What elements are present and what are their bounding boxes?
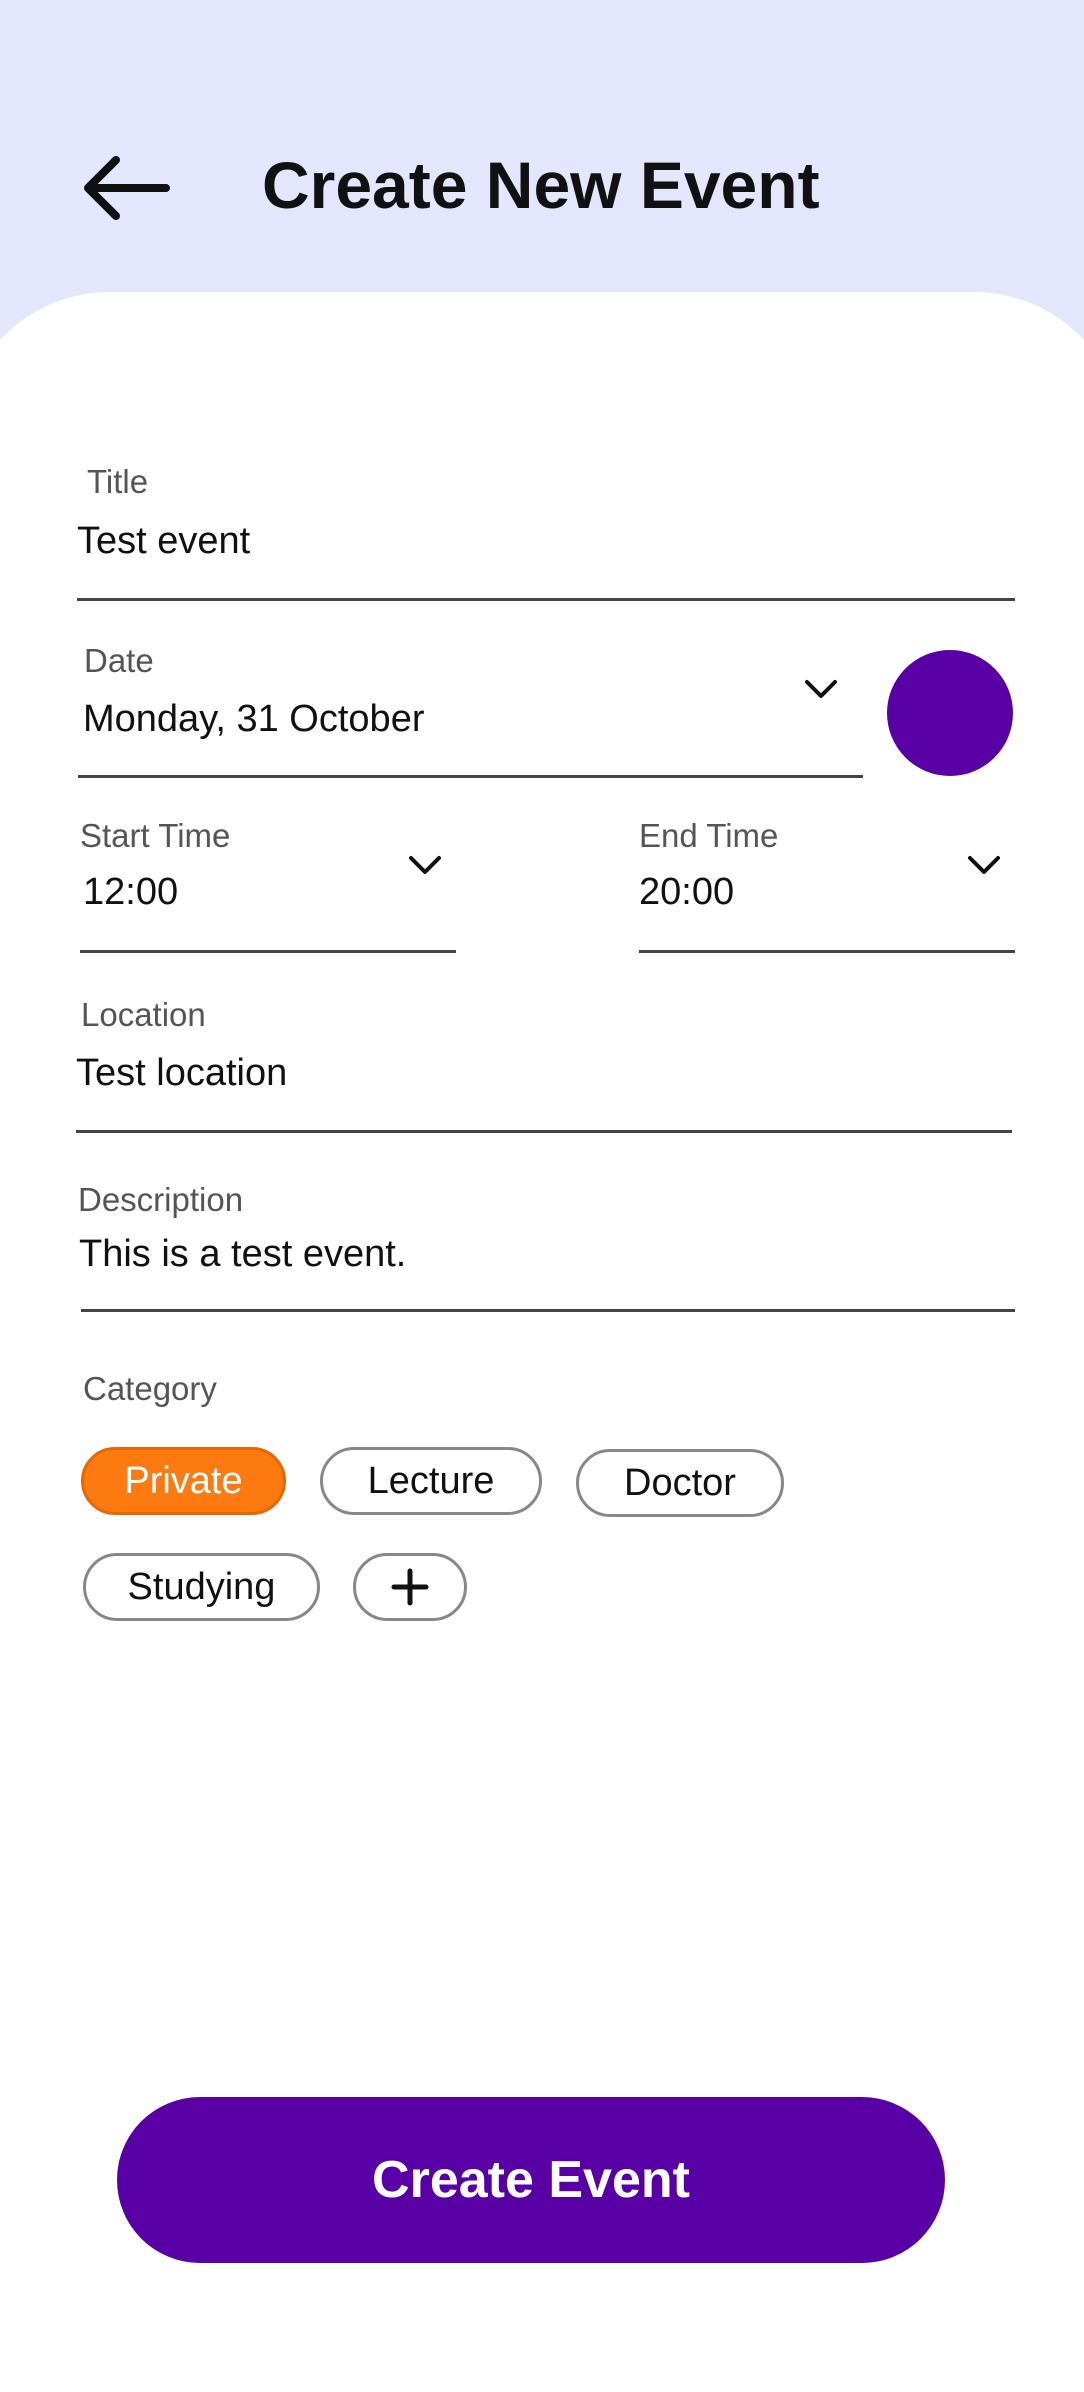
add-category-button[interactable] <box>353 1553 467 1621</box>
title-field[interactable]: Title Test event <box>77 460 1015 605</box>
end-time-value: 20:00 <box>639 871 735 913</box>
description-field[interactable]: Description This is a test event. <box>78 1178 1015 1313</box>
chevron-down-icon[interactable] <box>967 855 1001 877</box>
date-value: Monday, 31 October <box>83 698 425 740</box>
date-field[interactable]: Date Monday, 31 October <box>78 638 863 783</box>
end-time-underline <box>639 950 1015 953</box>
location-value: Test location <box>76 1052 288 1094</box>
start-time-field[interactable]: Start Time 12:00 <box>80 814 456 959</box>
form-sheet <box>0 292 1084 2392</box>
color-picker-swatch[interactable] <box>887 650 1013 776</box>
start-time-label: Start Time <box>80 817 231 854</box>
category-chip-lecture[interactable]: Lecture <box>320 1447 542 1515</box>
location-underline <box>76 1130 1012 1133</box>
title-value: Test event <box>77 520 251 562</box>
page-title: Create New Event <box>262 148 820 222</box>
description-underline <box>81 1309 1015 1312</box>
title-label: Title <box>87 463 149 500</box>
category-chip-private[interactable]: Private <box>81 1447 286 1515</box>
description-label: Description <box>78 1181 244 1218</box>
arrow-left-icon <box>84 156 170 220</box>
end-time-field[interactable]: End Time 20:00 <box>639 814 1015 959</box>
start-time-value: 12:00 <box>83 871 179 913</box>
create-event-button[interactable]: Create Event <box>117 2097 945 2263</box>
location-field[interactable]: Location Test location <box>76 992 1012 1137</box>
category-chip-doctor[interactable]: Doctor <box>576 1449 784 1517</box>
chevron-down-icon[interactable] <box>408 855 442 877</box>
back-button[interactable] <box>80 148 172 228</box>
date-label: Date <box>84 642 154 679</box>
plus-icon <box>391 1568 429 1606</box>
location-label: Location <box>81 996 206 1033</box>
title-underline <box>77 598 1015 601</box>
chevron-down-icon[interactable] <box>804 679 838 701</box>
date-underline <box>78 775 863 778</box>
category-label: Category <box>83 1370 217 1407</box>
category-chip-studying[interactable]: Studying <box>83 1553 320 1621</box>
description-value: This is a test event. <box>79 1233 407 1275</box>
start-time-underline <box>80 950 456 953</box>
end-time-label: End Time <box>639 817 779 854</box>
header: Create New Event <box>0 0 1084 300</box>
